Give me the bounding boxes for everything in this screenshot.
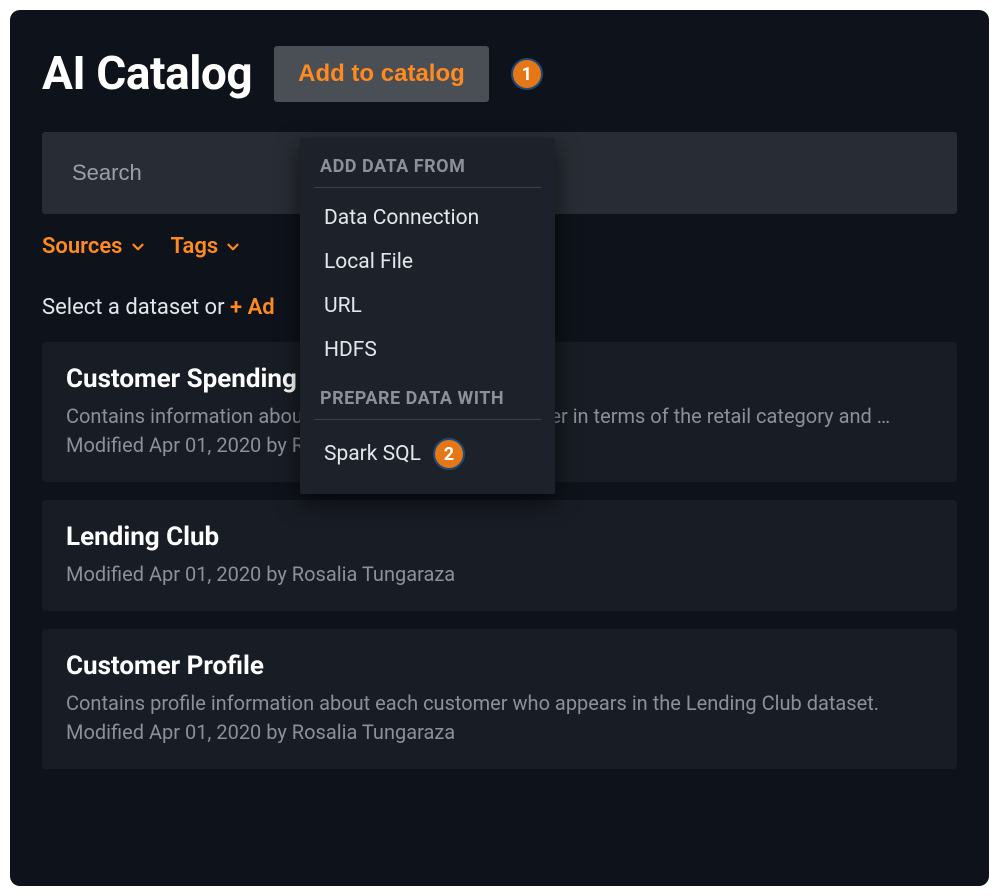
header: AI Catalog Add to catalog 1 [42, 46, 957, 102]
dropdown-item-data-connection[interactable]: Data Connection [300, 196, 555, 240]
add-dataset-link[interactable]: + Ad [230, 295, 275, 320]
dropdown-item-spark-sql[interactable]: Spark SQL 2 [300, 428, 555, 480]
dataset-meta: Modified Apr 01, 2020 by Rosalia Tungara… [66, 560, 933, 589]
filter-sources[interactable]: Sources [42, 234, 147, 259]
filter-tags-label: Tags [171, 234, 219, 259]
dataset-title: Lending Club [66, 522, 933, 552]
dropdown-section-label: PREPARE DATA WITH [300, 388, 555, 419]
dropdown-item-label: URL [324, 294, 362, 318]
annotation-badge-1: 1 [511, 58, 543, 90]
page-title: AI Catalog [42, 47, 252, 101]
chevron-down-icon [129, 238, 147, 256]
divider [314, 419, 541, 420]
dataset-title: Customer Profile [66, 651, 933, 681]
add-to-catalog-button[interactable]: Add to catalog [274, 46, 489, 102]
dropdown-item-hdfs[interactable]: HDFS [300, 328, 555, 372]
dropdown-item-label: HDFS [324, 338, 377, 362]
filter-tags[interactable]: Tags [171, 234, 243, 259]
chevron-down-icon [224, 238, 242, 256]
prompt-prefix: Select a dataset or [42, 295, 230, 320]
dropdown-item-local-file[interactable]: Local File [300, 240, 555, 284]
annotation-badge-2: 2 [433, 438, 465, 470]
dataset-card[interactable]: Customer Profile Contains profile inform… [42, 629, 957, 769]
add-to-catalog-dropdown: ADD DATA FROM Data Connection Local File… [300, 138, 555, 494]
app-root: AI Catalog Add to catalog 1 Sources Tags… [10, 10, 989, 886]
dropdown-item-label: Spark SQL [324, 442, 421, 466]
divider [314, 187, 541, 188]
dataset-desc: Contains profile information about each … [66, 689, 933, 718]
filter-sources-label: Sources [42, 234, 123, 259]
dataset-card[interactable]: Lending Club Modified Apr 01, 2020 by Ro… [42, 500, 957, 611]
dropdown-item-url[interactable]: URL [300, 284, 555, 328]
dropdown-item-label: Data Connection [324, 206, 479, 230]
dataset-meta: Modified Apr 01, 2020 by Rosalia Tungara… [66, 718, 933, 747]
dropdown-item-label: Local File [324, 250, 413, 274]
dropdown-section-label: ADD DATA FROM [300, 156, 555, 187]
